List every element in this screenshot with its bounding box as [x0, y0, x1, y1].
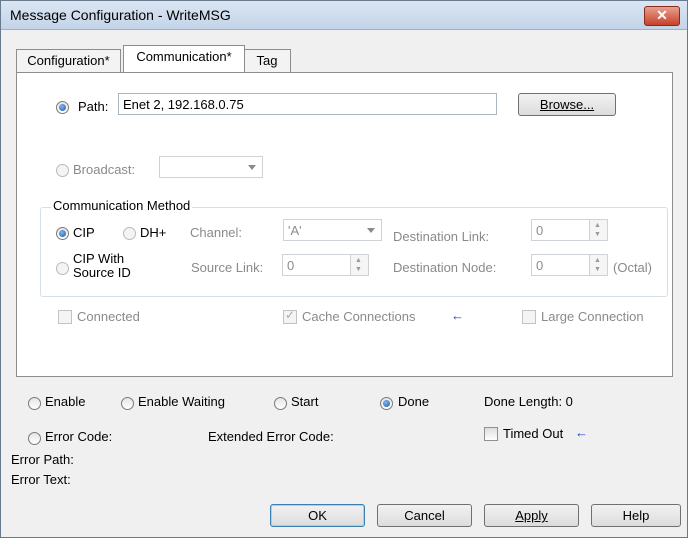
dialog-window: Message Configuration - WriteMSG ✕ Confi… [0, 0, 688, 538]
cip-radio[interactable] [56, 227, 69, 240]
channel-value: 'A' [288, 223, 302, 238]
large-connection-label: Large Connection [541, 309, 644, 324]
tab-configuration[interactable]: Configuration* [16, 49, 121, 72]
chevron-down-icon [248, 165, 256, 170]
left-arrow-icon: ← [575, 425, 588, 440]
connected-label: Connected [77, 309, 140, 324]
spinner-arrows-icon[interactable]: ▲ ▼ [589, 255, 607, 275]
tab-communication[interactable]: Communication* [123, 45, 245, 72]
tab-configuration-label: Configuration* [27, 53, 110, 68]
destination-node-spinner[interactable]: 0 ▲ ▼ [531, 254, 608, 276]
source-link-value: 0 [287, 258, 295, 273]
close-button[interactable]: ✕ [644, 6, 680, 26]
cache-connections-label: Cache Connections [302, 309, 416, 324]
tab-tag[interactable]: Tag [243, 49, 291, 72]
ok-button[interactable]: OK [270, 504, 365, 527]
connected-checkbox[interactable] [58, 310, 72, 324]
ok-label: OK [308, 508, 327, 523]
timed-out-checkbox [484, 427, 498, 441]
path-label: Path: [78, 99, 109, 114]
octal-label: (Octal) [613, 260, 652, 275]
cip-label: CIP [73, 225, 95, 240]
source-link-spinner[interactable]: 0 ▲ ▼ [282, 254, 369, 276]
enable-label: Enable [45, 394, 86, 409]
cache-connections-checkbox[interactable]: ✓ [283, 308, 297, 324]
help-button[interactable]: Help [591, 504, 681, 527]
enable-waiting-label: Enable Waiting [138, 394, 225, 409]
destination-link-value: 0 [536, 223, 544, 238]
destination-node-value: 0 [536, 258, 544, 273]
spinner-arrows-icon[interactable]: ▲ ▼ [350, 255, 368, 275]
destination-node-label: Destination Node: [393, 260, 497, 275]
cancel-button[interactable]: Cancel [377, 504, 472, 527]
extended-error-code-label: Extended Error Code: [208, 429, 334, 444]
enable-indicator [28, 397, 41, 410]
tab-tag-label: Tag [256, 53, 278, 68]
title-bar: Message Configuration - WriteMSG ✕ [1, 1, 687, 30]
path-value: Enet 2, 192.168.0.75 [123, 97, 244, 112]
cip-with-source-id-label: CIP With Source ID [73, 252, 131, 280]
destination-link-label: Destination Link: [393, 229, 490, 244]
enable-waiting-indicator [121, 397, 134, 410]
timed-out-label: Timed Out [503, 426, 564, 441]
error-code-label: Error Code: [45, 429, 113, 444]
left-arrow-icon: ← [451, 308, 464, 323]
path-input[interactable]: Enet 2, 192.168.0.75 [118, 93, 497, 115]
dhplus-radio[interactable] [123, 227, 136, 240]
path-radio[interactable] [56, 101, 69, 114]
broadcast-dropdown[interactable] [159, 156, 263, 178]
error-text-label: Error Text: [11, 472, 71, 487]
broadcast-radio[interactable] [56, 164, 69, 177]
communication-method-label: Communication Method [51, 198, 193, 213]
done-indicator [380, 397, 393, 410]
browse-label: Browse... [539, 97, 595, 112]
broadcast-label: Broadcast: [73, 162, 136, 177]
window-title: Message Configuration - WriteMSG [10, 7, 231, 23]
apply-label: Apply [515, 508, 548, 523]
destination-link-spinner[interactable]: 0 ▲ ▼ [531, 219, 608, 241]
chevron-down-icon [367, 228, 375, 233]
channel-label: Channel: [190, 225, 243, 240]
browse-button[interactable]: Browse... [518, 93, 616, 116]
cip-with-label-line1: CIP With [73, 251, 125, 266]
cip-with-label-line2: Source ID [73, 265, 131, 280]
start-indicator [274, 397, 287, 410]
apply-button[interactable]: Apply [484, 504, 579, 527]
done-length: Done Length: 0 [484, 394, 573, 409]
error-path-label: Error Path: [11, 452, 74, 467]
help-label: Help [622, 508, 650, 523]
close-icon: ✕ [656, 7, 668, 23]
error-code-indicator [28, 432, 41, 445]
source-link-label: Source Link: [191, 260, 264, 275]
large-connection-checkbox[interactable] [522, 310, 536, 324]
done-label: Done [398, 394, 430, 409]
tab-communication-label: Communication* [136, 49, 232, 64]
spinner-arrows-icon[interactable]: ▲ ▼ [589, 220, 607, 240]
cancel-label: Cancel [404, 508, 445, 523]
channel-dropdown[interactable]: 'A' [283, 219, 382, 241]
dhplus-label: DH+ [140, 225, 167, 240]
cip-with-source-id-radio[interactable] [56, 262, 69, 275]
start-label: Start [291, 394, 319, 409]
